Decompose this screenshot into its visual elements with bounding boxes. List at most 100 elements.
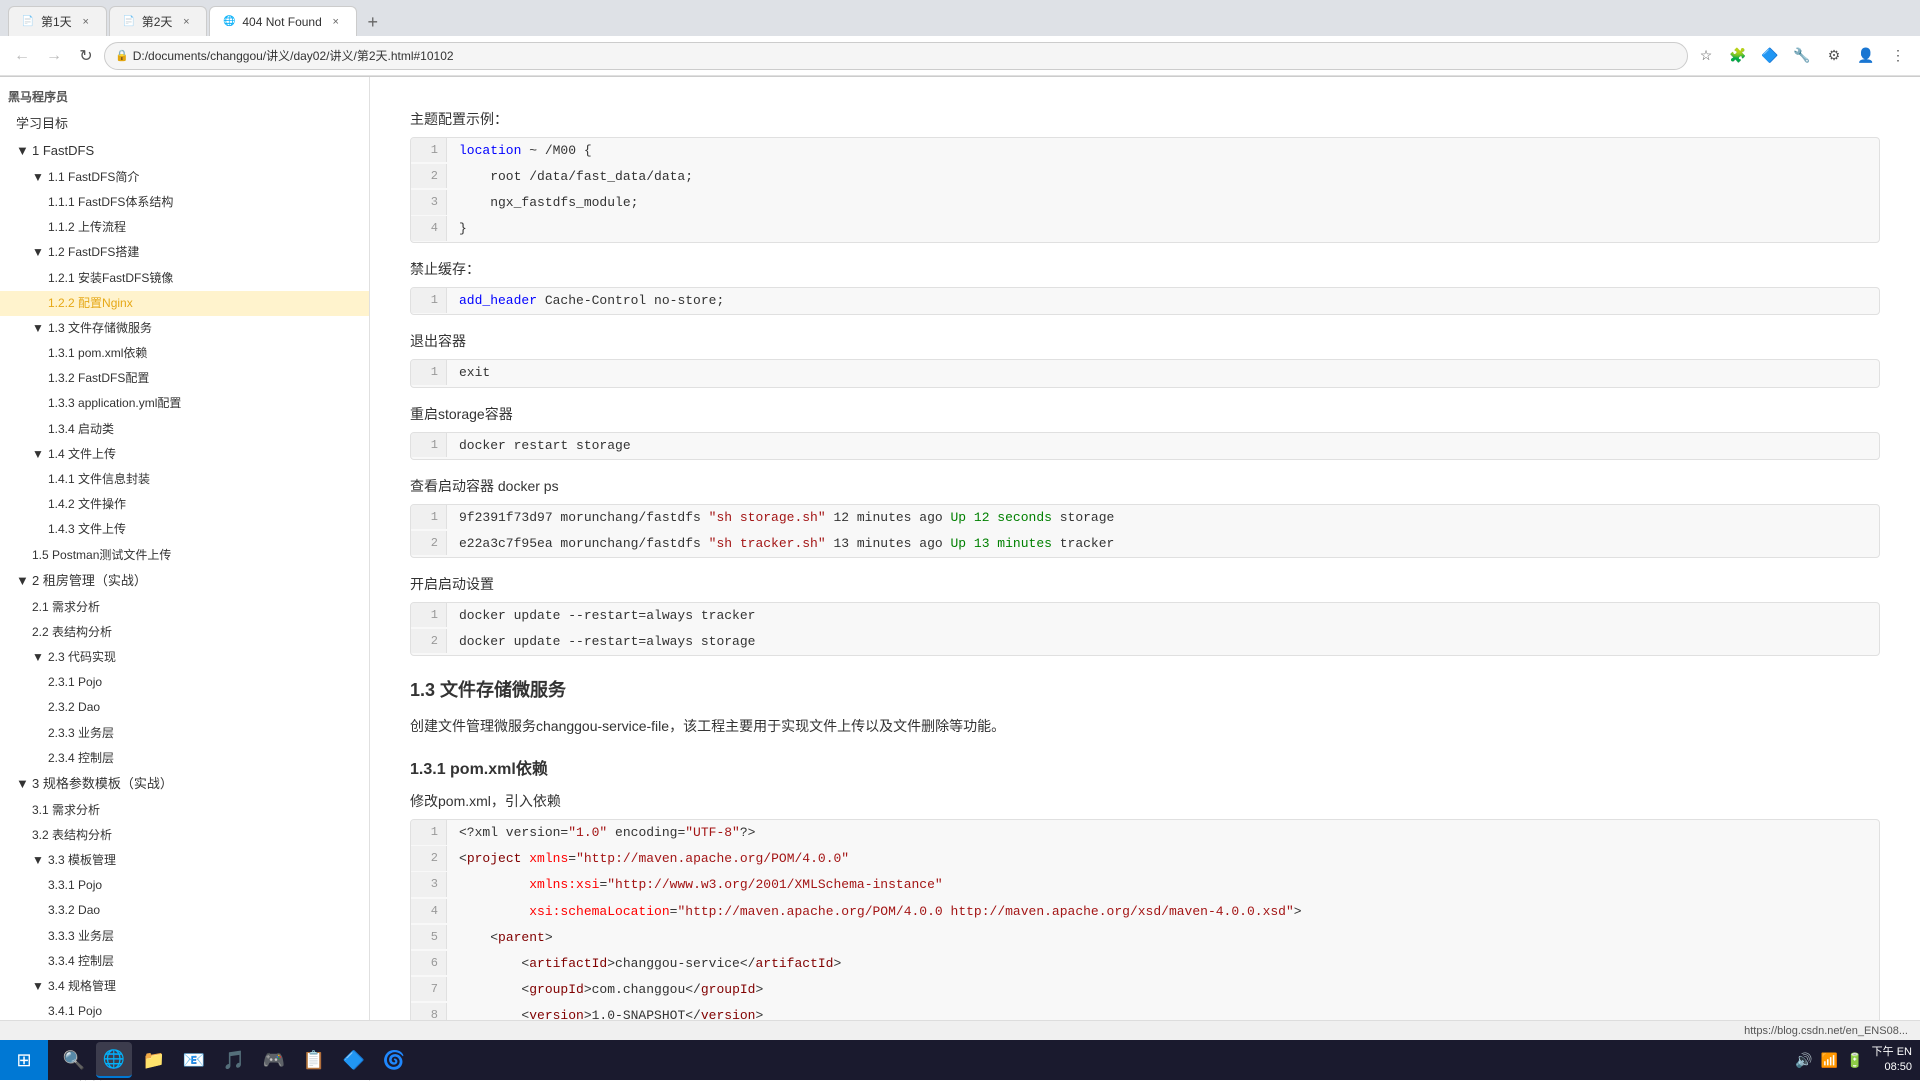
new-tab-button[interactable]: + <box>359 8 387 36</box>
code-block-1: 1 location ~ /M00 { 2 root /data/fast_da… <box>410 137 1880 243</box>
sidebar-item-111[interactable]: 1.1.1 FastDFS体系结构 <box>0 190 369 215</box>
sidebar-item-122[interactable]: 1.2.2 配置Nginx <box>0 291 369 316</box>
desc-13: 创建文件管理微服务changgou-service-file，该工程主要用于实现… <box>410 714 1880 739</box>
extension-btn2[interactable]: 🔷 <box>1756 42 1784 70</box>
sidebar-item-12[interactable]: ▼1.2 FastDFS搭建 <box>0 240 369 265</box>
sidebar-item-332[interactable]: 3.3.2 Dao <box>0 898 369 923</box>
nav-bar: ← → ↻ 🔒 D:/documents/changgou/讲义/day02/讲… <box>0 36 1920 76</box>
sidebar-item-141[interactable]: 1.4.1 文件信息封装 <box>0 467 369 492</box>
tab-bar: 📄 第1天 × 📄 第2天 × 🌐 404 Not Found × + <box>0 0 1920 36</box>
sidebar-item-14[interactable]: ▼1.4 文件上传 <box>0 442 369 467</box>
sidebar-item-133[interactable]: 1.3.3 application.yml配置 <box>0 391 369 416</box>
sidebar-item-132[interactable]: 1.3.2 FastDFS配置 <box>0 366 369 391</box>
tab-favicon-1: 📄 <box>21 15 35 29</box>
address-bar[interactable]: 🔒 D:/documents/changgou/讲义/day02/讲义/第2天.… <box>104 42 1688 70</box>
taskbar-notes[interactable]: 📋 <box>296 1042 332 1078</box>
tray-volume[interactable]: 🔊 <box>1795 1052 1812 1069</box>
label-dockerps: 查看启动容器 docker ps <box>410 476 1880 496</box>
taskbar-browser[interactable]: 🌐 <box>96 1042 132 1078</box>
sidebar-item-131[interactable]: 1.3.1 pom.xml依赖 <box>0 341 369 366</box>
extension-btn1[interactable]: 🧩 <box>1724 42 1752 70</box>
sidebar-item-334[interactable]: 3.3.4 控制层 <box>0 949 369 974</box>
tab-close-3[interactable]: × <box>328 14 344 30</box>
taskbar: ⊞ 🔍 🌐 📁 📧 🎵 🎮 📋 🔷 🌀 🔊 📶 🔋 下午 EN 08:50 <box>0 1040 1920 1080</box>
code-line: 3 ngx_fastdfs_module; <box>411 190 1879 216</box>
taskbar-dev2[interactable]: 🌀 <box>376 1042 412 1078</box>
sidebar-item-23[interactable]: ▼2.3 代码实现 <box>0 645 369 670</box>
statusbar-url: https://blog.csdn.net/en_ENS08... <box>1744 1025 1908 1037</box>
sidebar-item-31[interactable]: 3.1 需求分析 <box>0 798 369 823</box>
start-button[interactable]: ⊞ <box>0 1040 48 1080</box>
code-line: 1 docker restart storage <box>411 433 1879 459</box>
profile-button[interactable]: 👤 <box>1852 42 1880 70</box>
taskbar-search[interactable]: 🔍 <box>56 1042 92 1078</box>
section-131-heading: 1.3.1 pom.xml依赖 <box>410 755 1880 779</box>
extension-btn4[interactable]: ⚙ <box>1820 42 1848 70</box>
sidebar-item-11[interactable]: ▼1.1 FastDFS简介 <box>0 165 369 190</box>
sidebar-item-143[interactable]: 1.4.3 文件上传 <box>0 517 369 542</box>
taskbar-mail[interactable]: 📧 <box>176 1042 212 1078</box>
main-layout: 黑马程序员 学习目标 ▼1 FastDFS ▼1.1 FastDFS简介 1.1… <box>0 77 1920 1081</box>
forward-button[interactable]: → <box>40 42 68 70</box>
sidebar-item-233[interactable]: 2.3.3 业务层 <box>0 721 369 746</box>
tab-favicon-3: 🌐 <box>222 15 236 29</box>
tab-close-2[interactable]: × <box>178 14 194 30</box>
sidebar-item-2[interactable]: ▼2 租房管理（实战） <box>0 568 369 595</box>
label-autostart: 开启启动设置 <box>410 574 1880 594</box>
sidebar-item-231[interactable]: 2.3.1 Pojo <box>0 670 369 695</box>
sidebar-item-xuexi[interactable]: 学习目标 <box>0 111 369 138</box>
label-restart: 重启storage容器 <box>410 404 1880 424</box>
code-block-cache: 1 add_header Cache-Control no-store; <box>410 287 1880 315</box>
sidebar-item-142[interactable]: 1.4.2 文件操作 <box>0 492 369 517</box>
section-13-heading: 1.3 文件存储微服务 <box>410 676 1880 702</box>
label-131: 修改pom.xml，引入依赖 <box>410 791 1880 811</box>
tray-battery[interactable]: 🔋 <box>1846 1052 1863 1069</box>
tab-title-2: 第2天 <box>142 13 173 30</box>
sidebar-item-15[interactable]: 1.5 Postman测试文件上传 <box>0 543 369 568</box>
code-line: 1 add_header Cache-Control no-store; <box>411 288 1879 314</box>
bookmark-button[interactable]: ☆ <box>1692 42 1720 70</box>
back-button[interactable]: ← <box>8 42 36 70</box>
sidebar-item-3[interactable]: ▼3 规格参数模板（实战） <box>0 771 369 798</box>
label-cache: 禁止缓存： <box>410 259 1880 279</box>
sidebar-item-331[interactable]: 3.3.1 Pojo <box>0 873 369 898</box>
code-line: 7 <groupId>com.changgou</groupId> <box>411 977 1879 1003</box>
tab-404[interactable]: 🌐 404 Not Found × <box>209 6 356 36</box>
taskbar-dev1[interactable]: 🔷 <box>336 1042 372 1078</box>
url-text: D:/documents/changgou/讲义/day02/讲义/第2天.ht… <box>133 47 1677 64</box>
menu-button[interactable]: ⋮ <box>1884 42 1912 70</box>
sidebar-item-21[interactable]: 2.1 需求分析 <box>0 595 369 620</box>
sidebar-item-22[interactable]: 2.2 表结构分析 <box>0 620 369 645</box>
code-line: 4 } <box>411 216 1879 242</box>
taskbar-game[interactable]: 🎮 <box>256 1042 292 1078</box>
taskbar-clock[interactable]: 下午 EN 08:50 <box>1872 1045 1912 1076</box>
code-line: 1 <?xml version="1.0" encoding="UTF-8"?> <box>411 820 1879 846</box>
taskbar-explorer[interactable]: 📁 <box>136 1042 172 1078</box>
extension-btn3[interactable]: 🔧 <box>1788 42 1816 70</box>
sidebar-item-13[interactable]: ▼1.3 文件存储微服务 <box>0 316 369 341</box>
refresh-button[interactable]: ↻ <box>72 42 100 70</box>
sidebar-item-232[interactable]: 2.3.2 Dao <box>0 695 369 720</box>
taskbar-music[interactable]: 🎵 <box>216 1042 252 1078</box>
sidebar-item-32[interactable]: 3.2 表结构分析 <box>0 823 369 848</box>
code-line: 1 location ~ /M00 { <box>411 138 1879 164</box>
sidebar-item-33[interactable]: ▼3.3 模板管理 <box>0 848 369 873</box>
sidebar-item-112[interactable]: 1.1.2 上传流程 <box>0 215 369 240</box>
sidebar-item-333[interactable]: 3.3.3 业务层 <box>0 924 369 949</box>
sidebar-item-fastdfs[interactable]: ▼1 FastDFS <box>0 138 369 165</box>
code-line: 2 <project xmlns="http://maven.apache.or… <box>411 846 1879 872</box>
code-block-exit: 1 exit <box>410 359 1880 387</box>
tab-day1[interactable]: 📄 第1天 × <box>8 6 107 36</box>
sidebar-header: 黑马程序员 <box>0 85 369 111</box>
tab-close-1[interactable]: × <box>78 14 94 30</box>
sidebar-item-121[interactable]: 1.2.1 安装FastDFS镜像 <box>0 266 369 291</box>
tray-network[interactable]: 📶 <box>1821 1052 1838 1069</box>
address-icon: 🔒 <box>115 49 129 62</box>
taskbar-time: 下午 EN <box>1872 1045 1912 1060</box>
sidebar-item-34[interactable]: ▼3.4 规格管理 <box>0 974 369 999</box>
sidebar: 黑马程序员 学习目标 ▼1 FastDFS ▼1.1 FastDFS简介 1.1… <box>0 77 370 1081</box>
sidebar-item-134[interactable]: 1.3.4 启动类 <box>0 417 369 442</box>
code-line: 1 9f2391f73d97 morunchang/fastdfs "sh st… <box>411 505 1879 531</box>
sidebar-item-234[interactable]: 2.3.4 控制层 <box>0 746 369 771</box>
tab-day2[interactable]: 📄 第2天 × <box>109 6 208 36</box>
